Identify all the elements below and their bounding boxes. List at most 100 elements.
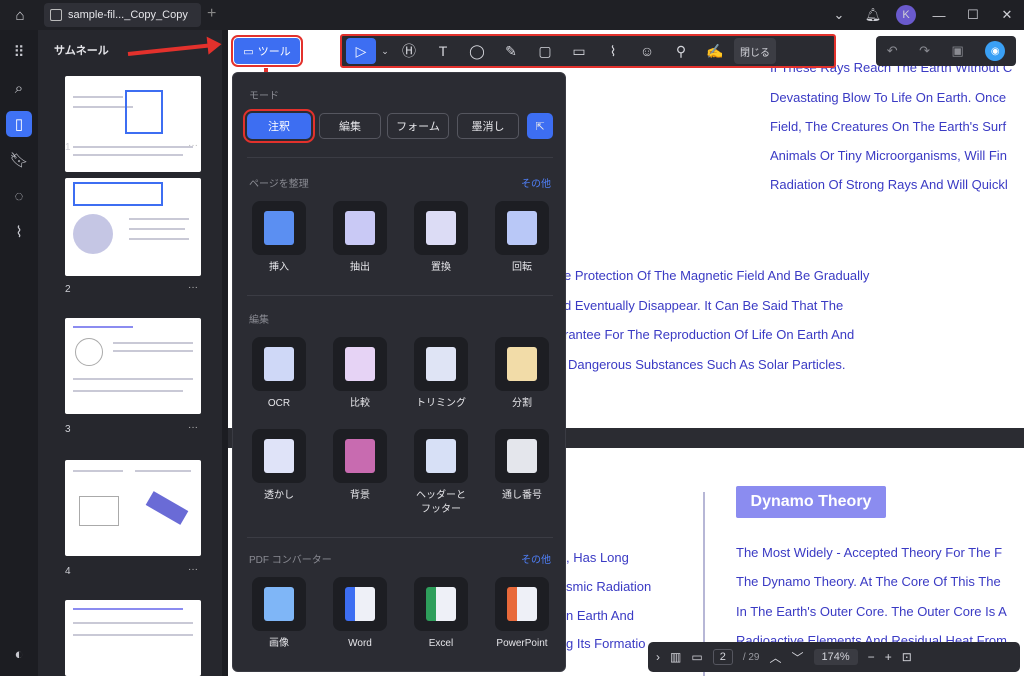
bates-number-tool[interactable]: 通し番号 — [487, 429, 557, 503]
thumbnail-page-4[interactable] — [65, 460, 201, 556]
background-tool[interactable]: 背景 — [325, 429, 395, 503]
open-external-icon[interactable]: ⇱ — [527, 113, 553, 139]
doc-text-line: g Its Formatio — [566, 636, 646, 651]
presentation-icon[interactable]: ▭ — [691, 650, 702, 664]
replace-tool[interactable]: 置換 — [406, 201, 476, 275]
text-tool-icon[interactable]: T — [428, 38, 458, 64]
tools-panel: モード 注釈 編集 フォーム 墨消し ⇱ ページを整理 その他 挿入 抽出 置換… — [232, 72, 566, 672]
fit-page-icon[interactable]: ⊡ — [902, 650, 912, 664]
pen-tool-icon[interactable]: ✎ — [496, 38, 526, 64]
save-icon[interactable]: ▣ — [951, 43, 963, 59]
mode-redact-button[interactable]: 墨消し — [457, 113, 519, 139]
more-icon[interactable]: ··· — [188, 282, 198, 293]
page-number-input[interactable]: 2 — [712, 649, 733, 665]
doc-text-line: smic Radiation — [566, 579, 652, 594]
doc-text-line: n Earth And — [566, 608, 634, 623]
textbox-tool-icon[interactable]: ▭ — [564, 38, 594, 64]
ocr-tool[interactable]: OCR — [244, 337, 314, 411]
chevron-down-icon[interactable]: ⌄ — [380, 38, 390, 64]
doc-text-line: Field, The Creatures On The Earth's Surf — [770, 119, 1007, 134]
more-icon[interactable]: ··· — [188, 564, 198, 575]
chevron-down-icon[interactable]: ⌄ — [822, 7, 856, 23]
mode-edit-button[interactable]: 編集 — [319, 113, 381, 139]
new-tab-icon[interactable]: + — [207, 5, 216, 23]
convert-image-tool[interactable]: 画像 — [244, 577, 314, 651]
zoom-in-icon[interactable]: + — [885, 650, 892, 664]
minimize-icon[interactable]: — — [922, 8, 956, 23]
mode-annotate-button[interactable]: 注釈 — [243, 109, 315, 143]
comment-icon[interactable]: ◌ — [0, 178, 38, 214]
thumbnail-icon[interactable]: ▯ — [0, 106, 38, 142]
previous-page-icon[interactable]: ︿ — [770, 649, 782, 666]
select-tool-icon[interactable]: ▷ — [346, 38, 376, 64]
header-footer-icon — [414, 429, 468, 483]
converter-more-link[interactable]: その他 — [521, 551, 551, 566]
search-icon[interactable]: ⌕ — [0, 70, 38, 106]
sticker-tool-icon[interactable]: ☺ — [632, 38, 662, 64]
next-page-icon[interactable]: ﹀ — [792, 649, 804, 666]
document-icon — [50, 9, 62, 21]
more-icon[interactable]: ··· — [188, 140, 198, 151]
convert-word-tool[interactable]: Word — [325, 577, 395, 651]
crop-tool[interactable]: トリミング — [406, 337, 476, 411]
mode-section-title: モード — [249, 91, 279, 102]
thumbnail-page-5[interactable] — [65, 600, 201, 676]
ocr-icon — [252, 337, 306, 391]
close-icon[interactable]: ✕ — [990, 7, 1024, 23]
theme-icon[interactable]: ◐ — [0, 636, 38, 672]
mode-form-button[interactable]: フォーム — [387, 113, 449, 139]
attachment-tool-icon[interactable]: ⌇ — [598, 38, 628, 64]
compare-icon — [333, 337, 387, 391]
doc-text-line: Radiation Of Strong Rays And Will Quickl — [770, 177, 1008, 192]
maximize-icon[interactable]: ☐ — [956, 7, 990, 23]
title-bar: ⌂ sample-fil..._Copy_Copy + ⌄ 🔔︎ K — ☐ ✕ — [0, 0, 1024, 30]
thumbnail-page-3[interactable] — [65, 318, 201, 414]
converter-section-title: PDF コンバーター — [249, 555, 332, 566]
reading-mode-icon[interactable]: ▥ — [670, 650, 681, 664]
image-icon — [252, 577, 306, 631]
notification-icon[interactable]: 🔔︎ — [856, 7, 890, 23]
apps-icon[interactable]: ⠿ — [0, 34, 38, 70]
split-icon — [495, 337, 549, 391]
bookmark-icon[interactable]: 🔖︎ — [0, 142, 38, 178]
close-toolbar-button[interactable]: 閉じる — [734, 38, 776, 64]
doc-text-line: d Eventually Disappear. It Can Be Said T… — [564, 298, 844, 313]
zoom-out-icon[interactable]: − — [868, 650, 875, 664]
convert-excel-tool[interactable]: Excel — [406, 577, 476, 651]
header-footer-tool[interactable]: ヘッダーと フッター — [406, 429, 476, 517]
thumbnail-page-1[interactable] — [65, 76, 201, 172]
doc-text-line: The Dynamo Theory. At The Core Of This T… — [736, 574, 1001, 589]
powerpoint-icon — [495, 577, 549, 631]
more-icon[interactable]: ··· — [188, 422, 198, 433]
shape-tool-icon[interactable]: ▢ — [530, 38, 560, 64]
divider — [247, 157, 553, 158]
thumbnail-page-2[interactable] — [65, 178, 201, 276]
signature-tool-icon[interactable]: ✍ — [700, 38, 730, 64]
ai-assistant-icon[interactable]: ◉ — [985, 41, 1006, 61]
stamp-tool-icon[interactable]: ⚲ — [666, 38, 696, 64]
extract-tool[interactable]: 抽出 — [325, 201, 395, 275]
watermark-tool[interactable]: 透かし — [244, 429, 314, 503]
avatar[interactable]: K — [896, 5, 916, 25]
redo-icon[interactable]: ↷ — [919, 43, 930, 59]
rotate-tool[interactable]: 回転 — [487, 201, 557, 275]
split-tool[interactable]: 分割 — [487, 337, 557, 411]
zoom-level[interactable]: 174% — [813, 649, 858, 665]
compare-tool[interactable]: 比較 — [325, 337, 395, 411]
highlight-tool-icon[interactable]: Ⓗ — [394, 38, 424, 64]
rotate-icon — [495, 201, 549, 255]
sidebar-title: サムネール — [54, 45, 109, 57]
collapse-icon[interactable]: › — [656, 650, 660, 664]
insert-tool[interactable]: 挿入 — [244, 201, 314, 275]
attachment-icon[interactable]: ⌇ — [0, 214, 38, 250]
insert-icon — [252, 201, 306, 255]
undo-icon[interactable]: ↶ — [887, 43, 898, 59]
document-tab[interactable]: sample-fil..._Copy_Copy — [44, 3, 201, 27]
tools-button[interactable]: ▭ ツール — [231, 35, 303, 67]
home-icon[interactable]: ⌂ — [0, 0, 40, 30]
convert-powerpoint-tool[interactable]: PowerPoint — [487, 577, 557, 651]
organize-more-link[interactable]: その他 — [521, 175, 551, 190]
comment-tool-icon[interactable]: ◯ — [462, 38, 492, 64]
excel-icon — [414, 577, 468, 631]
doc-text-line: The Most Widely - Accepted Theory For Th… — [736, 545, 1003, 560]
